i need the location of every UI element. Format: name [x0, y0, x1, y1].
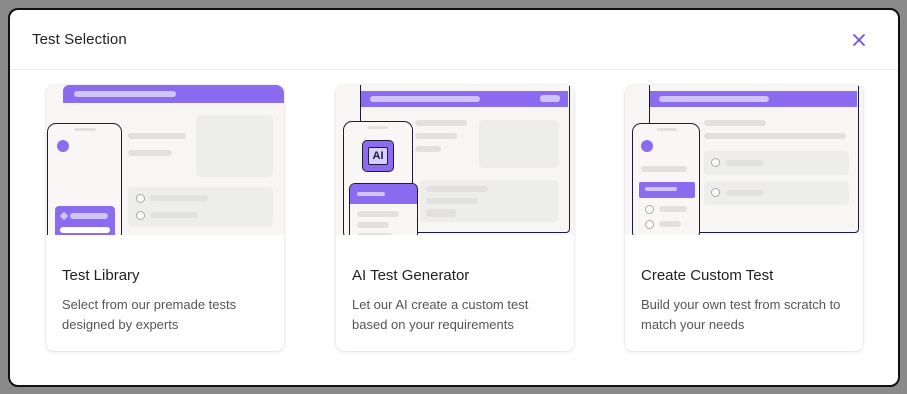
test-selection-modal: Test Selection Test Library Select from … — [8, 8, 900, 387]
modal-header: Test Selection — [10, 10, 898, 70]
create-custom-test-card[interactable]: Create Custom Test Build your own test f… — [625, 85, 863, 351]
ai-test-generator-illustration: AI — [336, 85, 574, 235]
card-title: Test Library — [62, 267, 140, 284]
create-custom-test-illustration — [625, 85, 863, 235]
close-icon — [853, 33, 865, 46]
card-description: Build your own test from scratch to matc… — [641, 297, 841, 332]
modal-title: Test Selection — [32, 31, 127, 48]
test-library-card[interactable]: Test Library Select from our premade tes… — [46, 85, 284, 351]
ai-badge: AI — [368, 147, 388, 165]
close-button[interactable] — [848, 29, 870, 51]
card-description: Let our AI create a custom test based on… — [352, 297, 529, 332]
card-title: AI Test Generator — [352, 267, 470, 284]
ai-test-generator-card[interactable]: AI AI Test Generator Let our AI create a… — [336, 85, 574, 351]
card-description: Select from our premade tests designed b… — [62, 297, 237, 332]
card-title: Create Custom Test — [641, 267, 774, 284]
test-library-illustration — [46, 85, 284, 235]
